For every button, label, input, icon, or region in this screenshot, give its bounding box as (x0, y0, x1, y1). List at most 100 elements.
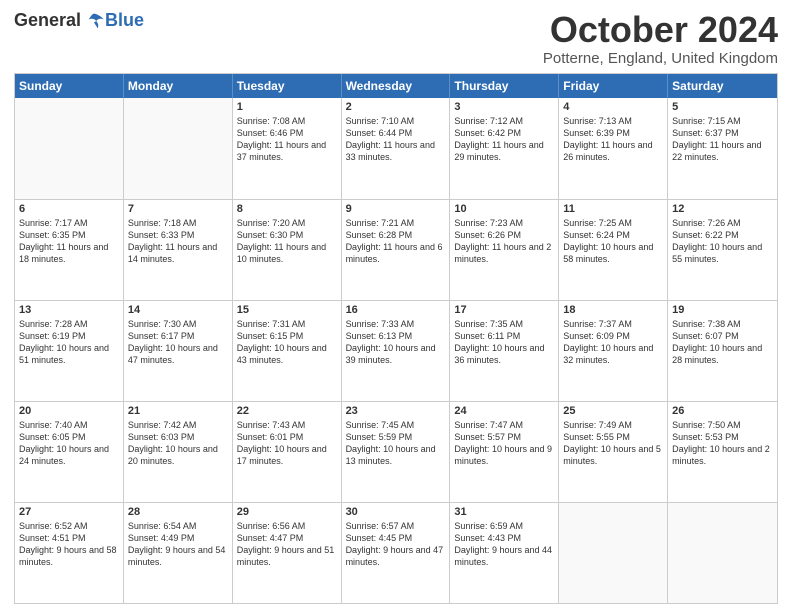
sunset-text: Sunset: 6:26 PM (454, 229, 554, 241)
cal-cell-w1-d6: 5Sunrise: 7:15 AMSunset: 6:37 PMDaylight… (668, 98, 777, 199)
sunrise-text: Sunrise: 7:30 AM (128, 318, 228, 330)
cal-cell-w3-d6: 19 Sunrise: 7:38 AMSunset: 6:07 PMDayligh… (668, 301, 777, 401)
sunset-text: Sunset: 6:44 PM (346, 127, 446, 139)
day-number: 6 (19, 203, 119, 215)
daylight-text: Daylight: 10 hours and 32 minutes. (563, 342, 663, 366)
day-number: 22 (237, 405, 337, 417)
day-number: 19 (672, 304, 773, 316)
cal-cell-w5-d2: 29Sunrise: 6:56 AMSunset: 4:47 PMDayligh… (233, 503, 342, 603)
cal-cell-w3-d4: 17Sunrise: 7:35 AMSunset: 6:11 PMDayligh… (450, 301, 559, 401)
day-number: 10 (454, 203, 554, 215)
sunrise-text: Sunrise: 7:45 AM (346, 419, 446, 431)
header-thursday: Thursday (450, 74, 559, 98)
day-number: 1 (237, 101, 337, 113)
daylight-text: Daylight: 10 hours and 28 minutes. (672, 342, 773, 366)
sunrise-text: Sunrise: 6:54 AM (128, 520, 228, 532)
cal-cell-w2-d6: 12Sunrise: 7:26 AMSunset: 6:22 PMDayligh… (668, 200, 777, 300)
sunset-text: Sunset: 4:47 PM (237, 532, 337, 544)
sunrise-text: Sunrise: 7:38 AM (672, 318, 773, 330)
daylight-text: Daylight: 9 hours and 58 minutes. (19, 544, 119, 568)
cal-cell-w4-d0: 20Sunrise: 7:40 AMSunset: 6:05 PMDayligh… (15, 402, 124, 502)
daylight-text: Daylight: 11 hours and 18 minutes. (19, 241, 119, 265)
daylight-text: Daylight: 11 hours and 2 minutes. (454, 241, 554, 265)
sunset-text: Sunset: 4:49 PM (128, 532, 228, 544)
cal-cell-w2-d3: 9Sunrise: 7:21 AMSunset: 6:28 PMDaylight… (342, 200, 451, 300)
cal-cell-w5-d4: 31Sunrise: 6:59 AMSunset: 4:43 PMDayligh… (450, 503, 559, 603)
cal-cell-w5-d1: 28Sunrise: 6:54 AMSunset: 4:49 PMDayligh… (124, 503, 233, 603)
day-number: 5 (672, 101, 773, 113)
day-number: 27 (19, 506, 119, 518)
cal-cell-w4-d5: 25Sunrise: 7:49 AMSunset: 5:55 PMDayligh… (559, 402, 668, 502)
day-number: 7 (128, 203, 228, 215)
cal-cell-w2-d2: 8Sunrise: 7:20 AMSunset: 6:30 PMDaylight… (233, 200, 342, 300)
daylight-text: Daylight: 10 hours and 39 minutes. (346, 342, 446, 366)
week-row-1: 1Sunrise: 7:08 AMSunset: 6:46 PMDaylight… (15, 98, 777, 199)
sunrise-text: Sunrise: 6:57 AM (346, 520, 446, 532)
cal-cell-w5-d6 (668, 503, 777, 603)
sunset-text: Sunset: 6:11 PM (454, 330, 554, 342)
daylight-text: Daylight: 11 hours and 26 minutes. (563, 139, 663, 163)
daylight-text: Daylight: 11 hours and 29 minutes. (454, 139, 554, 163)
daylight-text: Daylight: 10 hours and 55 minutes. (672, 241, 773, 265)
daylight-text: Daylight: 10 hours and 36 minutes. (454, 342, 554, 366)
week-row-3: 13Sunrise: 7:28 AMSunset: 6:19 PMDayligh… (15, 300, 777, 401)
day-number: 30 (346, 506, 446, 518)
calendar: Sunday Monday Tuesday Wednesday Thursday… (14, 73, 778, 604)
sunset-text: Sunset: 6:17 PM (128, 330, 228, 342)
cal-cell-w1-d0 (15, 98, 124, 199)
daylight-text: Daylight: 11 hours and 37 minutes. (237, 139, 337, 163)
cal-cell-w1-d4: 3Sunrise: 7:12 AMSunset: 6:42 PMDaylight… (450, 98, 559, 199)
daylight-text: Daylight: 10 hours and 5 minutes. (563, 443, 663, 467)
title-section: October 2024 Potterne, England, United K… (543, 10, 778, 67)
sunrise-text: Sunrise: 7:50 AM (672, 419, 773, 431)
sunrise-text: Sunrise: 7:42 AM (128, 419, 228, 431)
cal-cell-w5-d0: 27Sunrise: 6:52 AMSunset: 4:51 PMDayligh… (15, 503, 124, 603)
daylight-text: Daylight: 9 hours and 47 minutes. (346, 544, 446, 568)
cal-cell-w5-d5 (559, 503, 668, 603)
day-number: 23 (346, 405, 446, 417)
sunset-text: Sunset: 5:55 PM (563, 431, 663, 443)
sunrise-text: Sunrise: 7:08 AM (237, 115, 337, 127)
header-tuesday: Tuesday (233, 74, 342, 98)
sunset-text: Sunset: 6:24 PM (563, 229, 663, 241)
daylight-text: Daylight: 10 hours and 20 minutes. (128, 443, 228, 467)
cal-cell-w4-d4: 24Sunrise: 7:47 AMSunset: 5:57 PMDayligh… (450, 402, 559, 502)
sunset-text: Sunset: 6:07 PM (672, 330, 773, 342)
sunset-text: Sunset: 6:01 PM (237, 431, 337, 443)
sunrise-text: Sunrise: 7:21 AM (346, 217, 446, 229)
calendar-header: Sunday Monday Tuesday Wednesday Thursday… (15, 74, 777, 98)
week-row-4: 20Sunrise: 7:40 AMSunset: 6:05 PMDayligh… (15, 401, 777, 502)
sunrise-text: Sunrise: 6:52 AM (19, 520, 119, 532)
cal-cell-w4-d3: 23Sunrise: 7:45 AMSunset: 5:59 PMDayligh… (342, 402, 451, 502)
page: General Blue October 2024 Potterne, Engl… (0, 0, 792, 612)
sunrise-text: Sunrise: 7:18 AM (128, 217, 228, 229)
daylight-text: Daylight: 11 hours and 33 minutes. (346, 139, 446, 163)
logo-text: General Blue (14, 10, 144, 31)
sunset-text: Sunset: 6:05 PM (19, 431, 119, 443)
daylight-text: Daylight: 10 hours and 47 minutes. (128, 342, 228, 366)
cal-cell-w4-d2: 22Sunrise: 7:43 AMSunset: 6:01 PMDayligh… (233, 402, 342, 502)
sunrise-text: Sunrise: 6:59 AM (454, 520, 554, 532)
sunset-text: Sunset: 6:09 PM (563, 330, 663, 342)
header-monday: Monday (124, 74, 233, 98)
day-number: 2 (346, 101, 446, 113)
sunset-text: Sunset: 6:19 PM (19, 330, 119, 342)
day-number: 16 (346, 304, 446, 316)
week-row-2: 6Sunrise: 7:17 AMSunset: 6:35 PMDaylight… (15, 199, 777, 300)
header-sunday: Sunday (15, 74, 124, 98)
logo: General Blue (14, 10, 144, 31)
day-number: 29 (237, 506, 337, 518)
sunset-text: Sunset: 6:33 PM (128, 229, 228, 241)
day-number: 8 (237, 203, 337, 215)
sunset-text: Sunset: 4:43 PM (454, 532, 554, 544)
sunrise-text: Sunrise: 7:37 AM (563, 318, 663, 330)
day-number: 31 (454, 506, 554, 518)
cal-cell-w2-d4: 10Sunrise: 7:23 AMSunset: 6:26 PMDayligh… (450, 200, 559, 300)
sunrise-text: Sunrise: 7:26 AM (672, 217, 773, 229)
daylight-text: Daylight: 11 hours and 22 minutes. (672, 139, 773, 163)
sunset-text: Sunset: 6:22 PM (672, 229, 773, 241)
daylight-text: Daylight: 10 hours and 2 minutes. (672, 443, 773, 467)
day-number: 4 (563, 101, 663, 113)
sunset-text: Sunset: 4:45 PM (346, 532, 446, 544)
week-row-5: 27Sunrise: 6:52 AMSunset: 4:51 PMDayligh… (15, 502, 777, 603)
